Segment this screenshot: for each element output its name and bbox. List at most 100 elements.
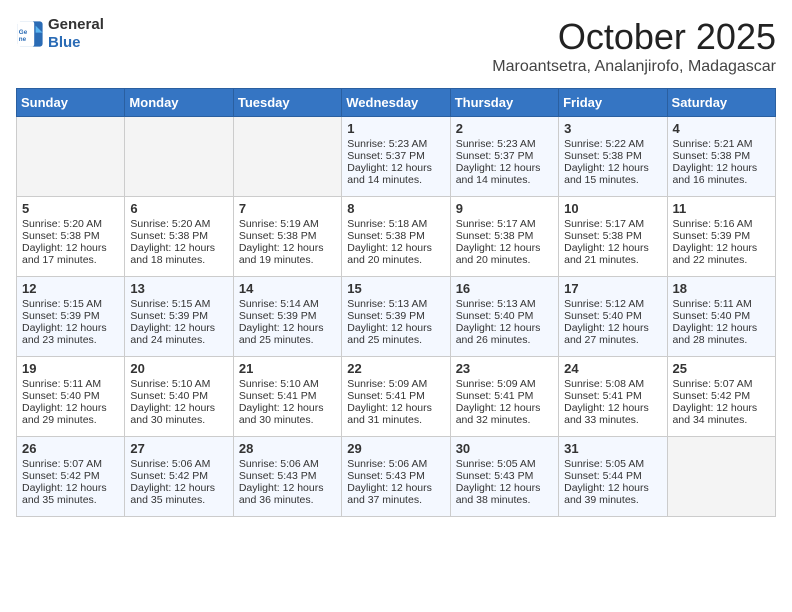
day-number: 8 — [347, 201, 444, 216]
title-block: October 2025 Maroantsetra, Analanjirofo,… — [492, 16, 776, 76]
day-number: 15 — [347, 281, 444, 296]
day-cell: 15 Sunrise: 5:13 AMSunset: 5:39 PMDayligh… — [342, 277, 450, 357]
sunrise-text: Sunrise: 5:08 AM — [564, 378, 644, 390]
day-cell: 29Sunrise: 5:06 AMSunset: 5:43 PMDayligh… — [342, 437, 450, 517]
sunset-text: Sunset: 5:41 PM — [239, 390, 317, 402]
logo-icon: Ge ne — [16, 20, 44, 48]
day-cell — [125, 117, 233, 197]
logo: Ge ne General Blue — [16, 16, 104, 52]
day-number: 30 — [456, 441, 553, 456]
sunrise-text: Sunrise: 5:06 AM — [239, 458, 319, 470]
sunrise-text: Sunrise: 5:15 AM — [22, 298, 102, 310]
day-number: 22 — [347, 361, 444, 376]
daylight-text: Daylight: 12 hours and 32 minutes. — [456, 402, 541, 426]
day-number: 17 — [564, 281, 661, 296]
sunrise-text: Sunrise: 5:10 AM — [239, 378, 319, 390]
sunrise-text: Sunrise: 5:23 AM — [347, 138, 427, 150]
sunrise-text: Sunrise: 5:23 AM — [456, 138, 536, 150]
daylight-text: Daylight: 12 hours and 33 minutes. — [564, 402, 649, 426]
day-number: 28 — [239, 441, 336, 456]
daylight-text: Daylight: 12 hours and 15 minutes. — [564, 162, 649, 186]
day-cell: 20Sunrise: 5:10 AMSunset: 5:40 PMDayligh… — [125, 357, 233, 437]
sunrise-text: Sunrise: 5:21 AM — [673, 138, 753, 150]
daylight-text: Daylight: 12 hours and 25 minutes. — [239, 322, 324, 346]
sunset-text: Sunset: 5:38 PM — [564, 230, 642, 242]
sunrise-text: Sunrise: 5:09 AM — [456, 378, 536, 390]
daylight-text: Daylight: 12 hours and 23 minutes. — [22, 322, 107, 346]
sunrise-text: Sunrise: 5:20 AM — [22, 218, 102, 230]
day-cell: 3Sunrise: 5:22 AMSunset: 5:38 PMDaylight… — [559, 117, 667, 197]
daylight-text: Daylight: 12 hours and 36 minutes. — [239, 482, 324, 506]
day-number: 2 — [456, 121, 553, 136]
week-row-4: 19Sunrise: 5:11 AMSunset: 5:40 PMDayligh… — [17, 357, 776, 437]
day-cell: 11Sunrise: 5:16 AMSunset: 5:39 PMDayligh… — [667, 197, 775, 277]
day-cell: 19Sunrise: 5:11 AMSunset: 5:40 PMDayligh… — [17, 357, 125, 437]
day-number: 5 — [22, 201, 119, 216]
day-number: 16 — [456, 281, 553, 296]
day-cell: 24Sunrise: 5:08 AMSunset: 5:41 PMDayligh… — [559, 357, 667, 437]
sunrise-text: Sunrise: 5:13 AM — [456, 298, 536, 310]
daylight-text: Daylight: 12 hours and 17 minutes. — [22, 242, 107, 266]
day-cell: 26 Sunrise: 5:07 AMSunset: 5:42 PMDayligh… — [17, 437, 125, 517]
sunset-text: Sunset: 5:41 PM — [456, 390, 534, 402]
day-cell: 5Sunrise: 5:20 AMSunset: 5:38 PMDaylight… — [17, 197, 125, 277]
header-cell-sunday: Sunday — [17, 89, 125, 117]
daylight-text: Daylight: 12 hours and 19 minutes. — [239, 242, 324, 266]
sunset-text: Sunset: 5:39 PM — [673, 230, 751, 242]
day-cell: 23 Sunrise: 5:09 AMSunset: 5:41 PMDayligh… — [450, 357, 558, 437]
sunrise-text: Sunrise: 5:09 AM — [347, 378, 427, 390]
sunset-text: Sunset: 5:38 PM — [564, 150, 642, 162]
day-cell: 14Sunrise: 5:14 AMSunset: 5:39 PMDayligh… — [233, 277, 341, 357]
day-cell — [17, 117, 125, 197]
sunrise-text: Sunrise: 5:13 AM — [347, 298, 427, 310]
day-number: 24 — [564, 361, 661, 376]
day-number: 4 — [673, 121, 770, 136]
sunset-text: Sunset: 5:38 PM — [239, 230, 317, 242]
sunset-text: Sunset: 5:42 PM — [22, 470, 100, 482]
daylight-text: Daylight: 12 hours and 25 minutes. — [347, 322, 432, 346]
day-number: 26 — [22, 441, 119, 456]
day-cell: 16Sunrise: 5:13 AMSunset: 5:40 PMDayligh… — [450, 277, 558, 357]
sunset-text: Sunset: 5:44 PM — [564, 470, 642, 482]
sunrise-text: Sunrise: 5:22 AM — [564, 138, 644, 150]
sunset-text: Sunset: 5:43 PM — [347, 470, 425, 482]
sunrise-text: Sunrise: 5:05 AM — [456, 458, 536, 470]
day-number: 11 — [673, 201, 770, 216]
daylight-text: Daylight: 12 hours and 34 minutes. — [673, 402, 758, 426]
logo-general: General — [48, 16, 104, 33]
week-row-5: 26Sunrise: 5:07 AMSunset: 5:42 PMDayligh… — [17, 437, 776, 517]
header-cell-thursday: Thursday — [450, 89, 558, 117]
sunrise-text: Sunrise: 5:07 AM — [22, 458, 102, 470]
calendar-header-row: SundayMondayTuesdayWednesdayThursdayFrid… — [17, 89, 776, 117]
header-cell-saturday: Saturday — [667, 89, 775, 117]
week-row-2: 5Sunrise: 5:20 AMSunset: 5:38 PMDaylight… — [17, 197, 776, 277]
daylight-text: Daylight: 12 hours and 35 minutes. — [130, 482, 215, 506]
daylight-text: Daylight: 12 hours and 14 minutes. — [456, 162, 541, 186]
day-number: 25 — [673, 361, 770, 376]
sunset-text: Sunset: 5:38 PM — [673, 150, 751, 162]
daylight-text: Daylight: 12 hours and 16 minutes. — [673, 162, 758, 186]
sunrise-text: Sunrise: 5:06 AM — [130, 458, 210, 470]
day-cell: 4 Sunrise: 5:21 AMSunset: 5:38 PMDaylight… — [667, 117, 775, 197]
daylight-text: Daylight: 12 hours and 21 minutes. — [564, 242, 649, 266]
day-number: 23 — [456, 361, 553, 376]
day-number: 12 — [22, 281, 119, 296]
sunrise-text: Sunrise: 5:17 AM — [456, 218, 536, 230]
daylight-text: Daylight: 12 hours and 27 minutes. — [564, 322, 649, 346]
day-number: 14 — [239, 281, 336, 296]
month-title: October 2025 — [492, 16, 776, 58]
sunset-text: Sunset: 5:39 PM — [347, 310, 425, 322]
sunrise-text: Sunrise: 5:05 AM — [564, 458, 644, 470]
day-cell: 25Sunrise: 5:07 AMSunset: 5:42 PMDayligh… — [667, 357, 775, 437]
logo-blue: Blue — [48, 34, 81, 51]
day-cell: 21Sunrise: 5:10 AMSunset: 5:41 PMDayligh… — [233, 357, 341, 437]
sunset-text: Sunset: 5:39 PM — [239, 310, 317, 322]
daylight-text: Daylight: 12 hours and 37 minutes. — [347, 482, 432, 506]
day-cell: 30Sunrise: 5:05 AMSunset: 5:43 PMDayligh… — [450, 437, 558, 517]
sunset-text: Sunset: 5:38 PM — [456, 230, 534, 242]
sunset-text: Sunset: 5:37 PM — [456, 150, 534, 162]
daylight-text: Daylight: 12 hours and 20 minutes. — [456, 242, 541, 266]
day-cell: 10Sunrise: 5:17 AMSunset: 5:38 PMDayligh… — [559, 197, 667, 277]
daylight-text: Daylight: 12 hours and 39 minutes. — [564, 482, 649, 506]
daylight-text: Daylight: 12 hours and 35 minutes. — [22, 482, 107, 506]
